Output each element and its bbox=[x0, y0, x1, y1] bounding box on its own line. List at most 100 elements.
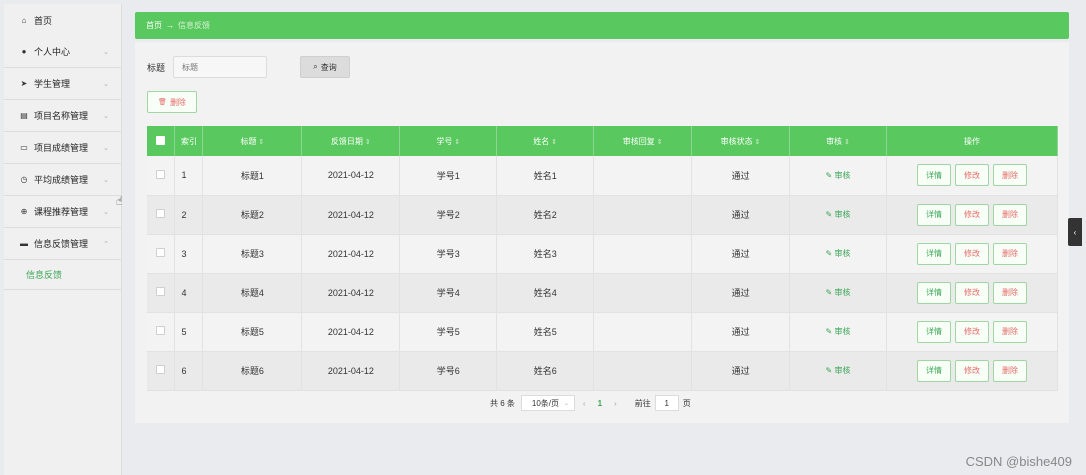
cell-audit: ✎ 审核 bbox=[789, 351, 887, 391]
cell-status: 通过 bbox=[691, 273, 791, 313]
cell-reply bbox=[593, 156, 693, 196]
column-header[interactable]: 反馈日期 ⇕ bbox=[301, 126, 401, 156]
breadcrumb-home[interactable]: 首页 bbox=[146, 20, 162, 31]
column-header[interactable]: 审核回复 ⇕ bbox=[593, 126, 693, 156]
edit-button[interactable]: 修改 bbox=[954, 320, 989, 343]
sidebar-item[interactable]: ⌂ 首页 bbox=[4, 4, 121, 36]
pager-total: 共 6 条 bbox=[490, 398, 515, 408]
audit-link[interactable]: ✎ 审核 bbox=[826, 366, 851, 375]
breadcrumb: 首页 → 信息反馈 bbox=[135, 12, 1069, 39]
sidebar-subitem-feedback[interactable]: 信息反馈 bbox=[4, 260, 121, 290]
cell-date: 2021-04-12 bbox=[301, 312, 401, 352]
search-input[interactable] bbox=[173, 56, 268, 78]
chevron-left-icon: ‹ bbox=[1073, 227, 1077, 237]
cell-title: 标题5 bbox=[202, 312, 303, 352]
cell-title: 标题1 bbox=[202, 156, 303, 196]
column-header[interactable]: 审核 ⇕ bbox=[789, 126, 887, 156]
sort-icon[interactable]: ⇕ bbox=[657, 139, 663, 146]
sidebar-item[interactable]: ▬ 信息反馈管理 ⌃ bbox=[4, 228, 121, 260]
edit-button[interactable]: 修改 bbox=[954, 164, 989, 187]
goto-label: 前往 bbox=[634, 398, 651, 408]
sidebar-item[interactable]: ● 个人中心 ⌄ bbox=[4, 36, 121, 68]
sidebar-menu: ⌂ 首页 ● 个人中心 ⌄ ➤ 学生管理 ⌄ ▤ 项目名称管理 ⌄ ▭ 项目成绩管理 ⌄ ◷ 平均成绩管理 ⌄ ⊕… bbox=[4, 4, 121, 260]
cell-student-id: 学号1 bbox=[399, 156, 498, 196]
sidebar-item[interactable]: ⊕ 课程推荐管理 ⌄ bbox=[4, 196, 121, 228]
sort-icon[interactable]: ⇕ bbox=[844, 139, 850, 146]
delete-button[interactable]: 删除 bbox=[992, 281, 1027, 304]
sidebar-item[interactable]: ▭ 项目成绩管理 ⌄ bbox=[4, 132, 121, 164]
delete-button[interactable]: 删除 bbox=[992, 320, 1027, 343]
column-header[interactable]: 姓名 ⇕ bbox=[496, 126, 595, 156]
collapse-toggle-button[interactable]: ‹ bbox=[1068, 218, 1082, 246]
audit-link[interactable]: ✎ 审核 bbox=[826, 171, 851, 180]
sidebar-item[interactable]: ▤ 项目名称管理 ⌄ bbox=[4, 100, 121, 132]
prev-page-button[interactable]: ‹ bbox=[583, 399, 586, 408]
view-button[interactable]: 详情 bbox=[916, 242, 951, 265]
row-checkbox[interactable] bbox=[156, 365, 166, 374]
chevron-icon: ⌄ bbox=[103, 80, 109, 88]
edit-button[interactable]: 修改 bbox=[954, 281, 989, 304]
edit-button[interactable]: 修改 bbox=[954, 359, 989, 382]
delete-button[interactable]: 删除 bbox=[992, 242, 1027, 265]
cell-reply bbox=[593, 195, 693, 235]
row-checkbox[interactable] bbox=[156, 169, 166, 179]
audit-link[interactable]: ✎ 审核 bbox=[826, 210, 851, 219]
view-button[interactable]: 详情 bbox=[916, 164, 951, 187]
sort-icon[interactable]: ⇕ bbox=[258, 139, 264, 146]
view-button[interactable]: 详情 bbox=[916, 281, 951, 304]
search-bar: 标题 ⌕ 查询 bbox=[147, 56, 351, 78]
page-number-current[interactable]: 1 bbox=[598, 399, 602, 408]
folder-icon: ▬ bbox=[20, 239, 28, 248]
cell-title: 标题3 bbox=[202, 234, 303, 274]
chevron-icon: ⌄ bbox=[103, 176, 109, 184]
chevron-icon: ⌄ bbox=[103, 48, 109, 56]
delete-button[interactable]: 删除 bbox=[992, 164, 1027, 187]
sort-icon[interactable]: ⇕ bbox=[551, 139, 557, 146]
sidebar-item[interactable]: ➤ 学生管理 ⌄ bbox=[4, 68, 121, 100]
delete-button[interactable]: 删除 bbox=[992, 203, 1027, 226]
cell-status: 通过 bbox=[691, 195, 791, 235]
table-row: 4 标题4 2021-04-12 学号4 姓名4 通过 ✎ 审核 详情 修改 删除 bbox=[147, 273, 1059, 313]
row-select-cell bbox=[147, 351, 176, 391]
search-button[interactable]: ⌕ 查询 bbox=[300, 56, 351, 78]
edit-button[interactable]: 修改 bbox=[954, 242, 989, 265]
sort-icon[interactable]: ⇕ bbox=[365, 139, 371, 146]
cell-name: 姓名5 bbox=[496, 312, 595, 352]
pagination: 共 6 条 10条/页 ⌄ ‹ 1 › 前往 1 页 bbox=[490, 395, 691, 411]
row-select-cell bbox=[147, 312, 176, 352]
view-button[interactable]: 详情 bbox=[916, 320, 951, 343]
select-all-header[interactable] bbox=[147, 126, 176, 156]
sidebar-subitem-label: 信息反馈 bbox=[26, 270, 63, 280]
sort-icon[interactable]: ⇕ bbox=[755, 139, 761, 146]
row-checkbox[interactable] bbox=[156, 209, 166, 218]
breadcrumb-arrow-icon: → bbox=[166, 21, 174, 30]
audit-link[interactable]: ✎ 审核 bbox=[826, 288, 851, 297]
view-button[interactable]: 详情 bbox=[916, 203, 951, 226]
next-page-button[interactable]: › bbox=[614, 399, 617, 408]
edit-button[interactable]: 修改 bbox=[954, 203, 989, 226]
table-row: 3 标题3 2021-04-12 学号3 姓名3 通过 ✎ 审核 详情 修改 删除 bbox=[147, 234, 1059, 274]
sidebar-item-label: 首页 bbox=[34, 15, 53, 26]
select-all-checkbox[interactable] bbox=[156, 135, 166, 145]
breadcrumb-current: 信息反馈 bbox=[178, 21, 210, 30]
goto-page-input[interactable]: 1 bbox=[654, 395, 679, 411]
row-checkbox[interactable] bbox=[156, 287, 166, 296]
sort-icon[interactable]: ⇕ bbox=[454, 139, 460, 146]
sidebar-item[interactable]: ◷ 平均成绩管理 ⌄ bbox=[4, 164, 121, 196]
feedback-table: 索引 标题 ⇕ 反馈日期 ⇕ 学号 ⇕ 姓名 ⇕ 审核回复 ⇕ 审核状态 ⇕ 审核 ⇕ 操作 1 标题1 2021… bbox=[147, 126, 1059, 391]
page-size-select[interactable]: 10条/页 ⌄ bbox=[520, 395, 575, 411]
row-select-cell bbox=[147, 234, 176, 274]
cell-name: 姓名2 bbox=[496, 195, 595, 235]
delete-button[interactable]: 删除 bbox=[992, 359, 1027, 382]
table-row: 6 标题6 2021-04-12 学号6 姓名6 通过 ✎ 审核 详情 修改 删除 bbox=[147, 351, 1059, 391]
view-button[interactable]: 详情 bbox=[916, 359, 951, 382]
column-header[interactable]: 审核状态 ⇕ bbox=[691, 126, 791, 156]
audit-link[interactable]: ✎ 审核 bbox=[826, 249, 851, 258]
column-header[interactable]: 学号 ⇕ bbox=[399, 126, 498, 156]
send-icon: ➤ bbox=[20, 79, 28, 88]
row-checkbox[interactable] bbox=[156, 248, 166, 257]
row-checkbox[interactable] bbox=[156, 326, 166, 335]
batch-delete-button[interactable]: 🗑 删除 bbox=[147, 91, 197, 113]
audit-link[interactable]: ✎ 审核 bbox=[826, 327, 851, 336]
column-header[interactable]: 标题 ⇕ bbox=[202, 126, 303, 156]
